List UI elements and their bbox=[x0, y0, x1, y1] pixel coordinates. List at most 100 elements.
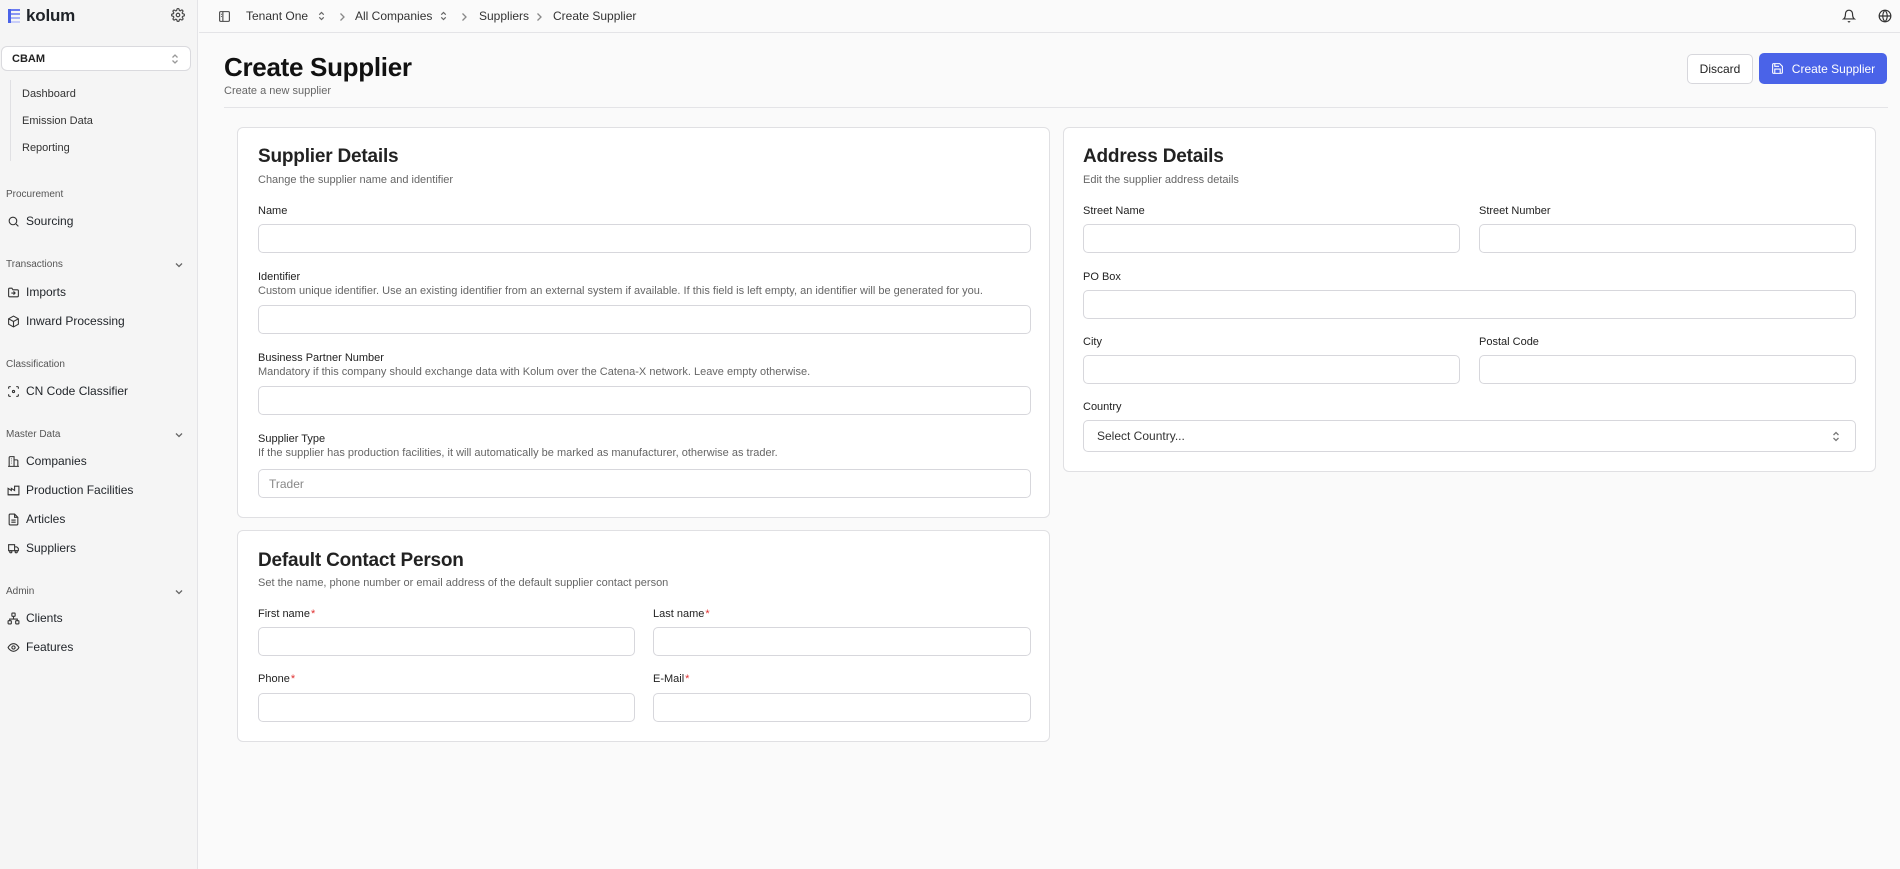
create-supplier-button[interactable]: Create Supplier bbox=[1759, 53, 1887, 84]
country-select[interactable]: Select Country... bbox=[1083, 420, 1856, 452]
last-name-input[interactable] bbox=[653, 627, 1031, 656]
section-label: Classification bbox=[6, 359, 65, 370]
business-partner-number-label: Business Partner Number bbox=[258, 352, 384, 364]
email-label-text: E-Mail bbox=[653, 673, 685, 685]
sidebar-item-label: Production Facilities bbox=[26, 483, 134, 497]
save-icon bbox=[1771, 63, 1783, 74]
name-label: Name bbox=[258, 205, 288, 217]
last-name-label-text: Last name bbox=[653, 608, 705, 620]
sidebar-item-cn-code-classifier[interactable]: CN Code Classifier bbox=[7, 381, 128, 401]
section-title-procurement: Procurement bbox=[6, 189, 184, 200]
city-input[interactable] bbox=[1083, 355, 1460, 384]
discard-button[interactable]: Discard bbox=[1687, 54, 1753, 84]
required-marker: * bbox=[310, 608, 316, 620]
network-icon bbox=[7, 612, 20, 624]
globe-icon[interactable] bbox=[1878, 9, 1892, 23]
page-subtitle: Create a new supplier bbox=[224, 85, 332, 97]
building-icon bbox=[8, 455, 19, 467]
sidebar-item-production-facilities[interactable]: Production Facilities bbox=[7, 480, 133, 500]
country-select-value: Select Country... bbox=[1097, 429, 1185, 443]
address-details-card: Address Details Edit the supplier addres… bbox=[1063, 127, 1876, 472]
phone-label-text: Phone bbox=[258, 673, 290, 685]
chevrons-up-down-icon[interactable] bbox=[439, 10, 448, 22]
sidebar-item-articles[interactable]: Articles bbox=[7, 509, 65, 529]
identifier-help-text: Custom unique identifier. Use an existin… bbox=[258, 285, 983, 297]
postal-code-label: Postal Code bbox=[1479, 336, 1539, 348]
subnav-item-emission-data[interactable]: Emission Data bbox=[11, 107, 190, 134]
first-name-input[interactable] bbox=[258, 627, 635, 656]
sidebar: kolum CBAM Dashboard Emission Data Repor… bbox=[0, 0, 198, 869]
kolum-logo-icon bbox=[8, 9, 20, 23]
chevron-down-icon bbox=[175, 432, 183, 437]
street-name-label: Street Name bbox=[1083, 205, 1145, 217]
sidebar-toggle-icon[interactable] bbox=[218, 10, 231, 23]
breadcrumb-suppliers[interactable]: Suppliers bbox=[479, 9, 529, 23]
sidebar-item-suppliers[interactable]: Suppliers bbox=[7, 538, 76, 558]
breadcrumb-tenant[interactable]: Tenant One bbox=[246, 9, 308, 23]
section-title-transactions[interactable]: Transactions bbox=[6, 259, 184, 270]
phone-input[interactable] bbox=[258, 693, 635, 722]
required-marker: * bbox=[685, 673, 690, 685]
section-label: Transactions bbox=[6, 259, 63, 270]
sidebar-item-imports[interactable]: Imports bbox=[7, 282, 66, 302]
section-label: Procurement bbox=[6, 189, 64, 200]
create-supplier-label: Create Supplier bbox=[1791, 61, 1876, 76]
street-number-input[interactable] bbox=[1479, 224, 1856, 253]
postal-code-input[interactable] bbox=[1479, 355, 1856, 384]
section-title-master-data[interactable]: Master Data bbox=[6, 429, 184, 440]
folder-input-icon bbox=[8, 287, 19, 297]
truck-icon bbox=[8, 543, 19, 553]
module-subnav: Dashboard Emission Data Reporting bbox=[10, 80, 190, 161]
name-input[interactable] bbox=[258, 224, 1031, 253]
section-label: Admin bbox=[6, 586, 35, 597]
card-subtitle: Change the supplier name and identifier bbox=[258, 174, 454, 186]
supplier-type-input[interactable] bbox=[258, 469, 1031, 498]
supplier-type-label: Supplier Type bbox=[258, 433, 326, 445]
eye-icon bbox=[7, 642, 20, 652]
sidebar-item-label: Features bbox=[26, 640, 74, 654]
sidebar-item-features[interactable]: Features bbox=[7, 637, 73, 657]
gear-icon[interactable] bbox=[171, 8, 185, 22]
module-selector-label: CBAM bbox=[12, 52, 45, 65]
page-title: Create Supplier bbox=[224, 52, 412, 82]
subnav-item-dashboard[interactable]: Dashboard bbox=[11, 80, 190, 107]
module-selector[interactable]: CBAM bbox=[1, 46, 191, 71]
email-input[interactable] bbox=[653, 693, 1031, 722]
chevron-right-icon bbox=[537, 13, 542, 21]
sidebar-item-label: Suppliers bbox=[26, 541, 77, 555]
breadcrumb-companies[interactable]: All Companies bbox=[355, 9, 432, 23]
sidebar-item-label: Sourcing bbox=[26, 214, 74, 228]
email-label: E-Mail* bbox=[653, 673, 689, 685]
scan-icon bbox=[8, 385, 19, 397]
identifier-input[interactable] bbox=[258, 305, 1031, 334]
bell-icon[interactable] bbox=[1842, 9, 1856, 23]
street-name-input[interactable] bbox=[1083, 224, 1460, 253]
chevron-right-icon bbox=[340, 13, 345, 21]
sidebar-item-clients[interactable]: Clients bbox=[7, 608, 63, 628]
supplier-details-card: Supplier Details Change the supplier nam… bbox=[237, 127, 1050, 518]
card-subtitle: Set the name, phone number or email addr… bbox=[258, 577, 669, 589]
required-marker: * bbox=[705, 608, 710, 620]
chevrons-up-down-icon[interactable] bbox=[317, 10, 326, 22]
sidebar-item-label: Clients bbox=[26, 611, 63, 625]
top-bar: Tenant One All Companies Suppliers Creat… bbox=[199, 0, 1900, 33]
business-partner-number-help-text: Mandatory if this company should exchang… bbox=[258, 366, 811, 378]
brand[interactable]: kolum bbox=[8, 6, 75, 26]
business-partner-number-input[interactable] bbox=[258, 386, 1031, 415]
first-name-label: First name* bbox=[258, 608, 315, 620]
sidebar-item-label: Inward Processing bbox=[26, 314, 125, 328]
city-label: City bbox=[1083, 336, 1102, 348]
subnav-item-reporting[interactable]: Reporting bbox=[11, 134, 190, 161]
section-title-admin[interactable]: Admin bbox=[6, 586, 184, 597]
default-contact-person-card: Default Contact Person Set the name, pho… bbox=[237, 530, 1050, 742]
sidebar-item-inward-processing[interactable]: Inward Processing bbox=[7, 311, 125, 331]
sidebar-item-companies[interactable]: Companies bbox=[7, 451, 87, 471]
identifier-label: Identifier bbox=[258, 271, 301, 283]
last-name-label: Last name* bbox=[653, 608, 710, 620]
sidebar-item-sourcing[interactable]: Sourcing bbox=[7, 211, 73, 231]
sidebar-item-label: Companies bbox=[26, 454, 87, 468]
po-box-input[interactable] bbox=[1083, 290, 1856, 319]
card-title: Default Contact Person bbox=[258, 550, 464, 571]
brand-name: kolum bbox=[26, 6, 76, 25]
factory-icon bbox=[7, 485, 20, 495]
